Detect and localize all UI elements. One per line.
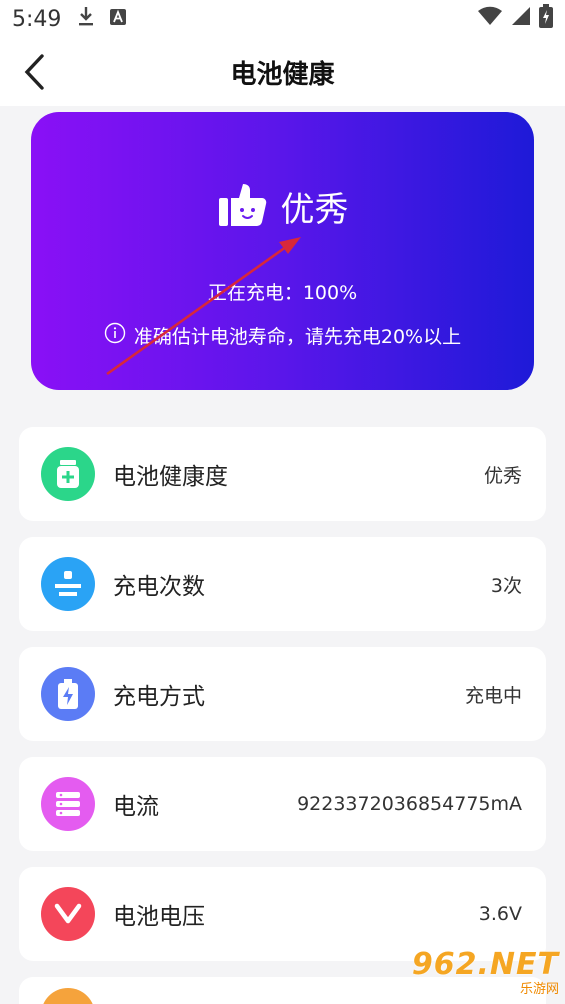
health-grade-text: 优秀 — [280, 189, 349, 230]
thumbs-up-icon — [217, 180, 267, 232]
list-item-charge-count[interactable]: 充电次数 3次 — [19, 537, 546, 631]
list-item-current[interactable]: 电流 9223372036854775mA — [19, 757, 546, 851]
list-item-value: 3.6V — [478, 903, 522, 925]
back-button[interactable] — [14, 52, 54, 92]
site-watermark: 962.NET 乐游网 — [412, 944, 559, 1000]
list-item-label: 电池健康度 — [113, 464, 228, 490]
charge-tip-text: 准确估计电池寿命，请先充电20%以上 — [133, 326, 462, 348]
page-title: 电池健康 — [230, 59, 335, 90]
status-bar: 5:49 — [0, 0, 565, 38]
download-icon — [77, 6, 95, 32]
charge-count-icon — [41, 557, 95, 611]
charging-status-text: 正在充电：100% — [207, 282, 358, 304]
list-item-health[interactable]: 电池健康度 优秀 — [19, 427, 546, 521]
battery-info-list: 电池健康度 优秀 充电次数 3次 充电方式 充电中 电流 92233720368… — [19, 427, 546, 1004]
info-icon — [104, 322, 126, 349]
list-item-label: 电池电压 — [113, 904, 205, 930]
list-item-value: 充电中 — [464, 684, 522, 707]
list-item-value: 优秀 — [483, 464, 522, 487]
status-system-icons — [477, 4, 553, 34]
app-bar: 电池健康 — [0, 38, 565, 106]
list-item-charge-mode[interactable]: 充电方式 充电中 — [19, 647, 546, 741]
health-grade: 优秀 — [31, 180, 534, 232]
status-time: 5:49 — [12, 6, 62, 32]
status-notifications — [77, 6, 127, 32]
medicine-bottle-icon — [41, 447, 95, 501]
battery-bolt-icon — [41, 667, 95, 721]
cellular-signal-icon — [511, 6, 531, 32]
wifi-icon — [477, 6, 503, 32]
list-item-value: 3次 — [490, 574, 522, 597]
list-item-icon — [41, 988, 95, 1004]
battery-status-card: 优秀 正在充电：100% 准确估计电池寿命，请先充电20%以上 — [31, 112, 534, 390]
charge-tip: 准确估计电池寿命，请先充电20%以上 — [31, 322, 534, 349]
list-item-label: 电流 — [113, 794, 159, 820]
list-item-label: 充电次数 — [113, 574, 205, 600]
back-arrow-icon — [24, 54, 44, 90]
server-stack-icon — [41, 777, 95, 831]
list-item-label: 充电方式 — [113, 684, 205, 710]
watermark-logo-text: 962.NET — [411, 947, 559, 982]
chevron-v-icon — [41, 887, 95, 941]
battery-charging-icon — [539, 4, 553, 34]
watermark-sub-text: 乐游网 — [519, 982, 559, 997]
list-item-value: 9223372036854775mA — [297, 793, 522, 815]
font-app-icon — [109, 7, 127, 32]
